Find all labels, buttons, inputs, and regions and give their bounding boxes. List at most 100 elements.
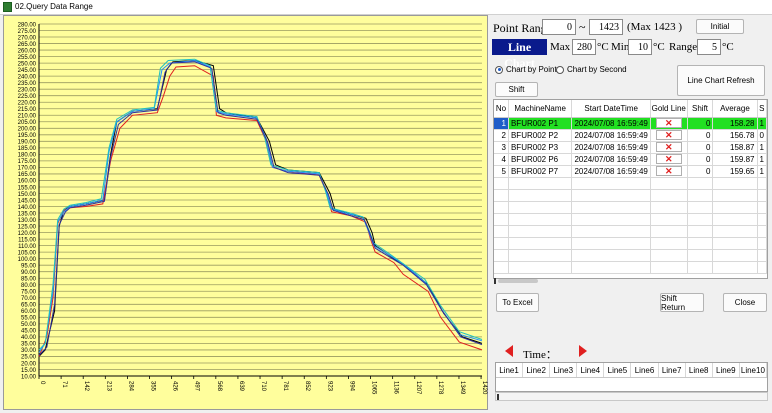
radio-selected-icon [495,65,503,74]
range-step-input[interactable] [697,39,721,55]
x-tick-label: 639 [238,381,244,392]
empty-cell [571,177,651,190]
lines-header-line4[interactable]: Line4 [577,363,605,377]
lines-header-line10[interactable]: Line10 [740,363,767,377]
range-start-input[interactable] [542,19,576,35]
lines-header-line1[interactable]: Line1 [496,363,524,377]
y-tick-label: 200.00 [18,127,37,133]
y-tick-label: 75.00 [21,290,37,296]
cell-average: 156.78 [712,129,758,142]
lines-header-line5[interactable]: Line5 [604,363,632,377]
empty-cell [712,201,758,214]
empty-cell [687,213,714,226]
x-tick-label: 852 [304,381,310,392]
cell-shift: 0 [687,117,714,130]
empty-cell [712,213,758,226]
empty-cell [508,189,573,202]
x-tick-label: 994 [348,381,354,392]
cell-machine-name: BFUR002 P7 [508,165,573,178]
lines-header-line7[interactable]: Line7 [659,363,686,377]
grid-header-machinename[interactable]: MachineName [508,100,573,118]
grid-header-no[interactable]: No [494,100,509,118]
empty-cell [650,249,688,262]
to-excel-button[interactable]: To Excel [496,293,539,312]
y-tick-label: 145.00 [18,198,37,204]
min-label: Min [611,41,630,53]
grid-horizontal-scrollbar[interactable] [494,278,767,284]
y-tick-label: 60.00 [21,309,37,315]
y-tick-label: 205.00 [18,120,37,126]
time-prev-arrow-icon[interactable] [505,345,513,357]
grid-header-average[interactable]: Average [712,100,758,118]
lines-header-line8[interactable]: Line8 [686,363,713,377]
y-tick-label: 125.00 [18,224,37,230]
x-tick-label: 426 [172,381,178,392]
cell-shift: 0 [687,165,714,178]
y-tick-label: 20.00 [21,361,37,367]
grid-header-start-datetime[interactable]: Start DateTime [571,100,651,118]
y-tick-label: 270.00 [18,35,37,41]
shift-button[interactable]: Shift [495,82,538,97]
table-row[interactable]: 3 BFUR002 P3 2024/07/08 16:59:49 ✕ 0 158.87 1 [494,141,767,154]
cell-gold-line: ✕ [650,165,688,178]
empty-cell [508,201,573,214]
gold-line-toggle-icon[interactable]: ✕ [655,130,682,140]
gold-line-toggle-icon[interactable]: ✕ [655,118,682,128]
x-tick-label: 1349 [459,381,465,395]
cell-shift: 0 [687,141,714,154]
empty-cell [571,225,651,238]
max-temp-input[interactable] [572,39,596,55]
empty-cell [757,213,767,226]
empty-cell [571,237,651,250]
title-bar: 02.Query Data Range [0,0,772,15]
gold-line-toggle-icon[interactable]: ✕ [655,166,682,176]
lines-header-line9[interactable]: Line9 [713,363,740,377]
table-row[interactable]: 5 BFUR002 P7 2024/07/08 16:59:49 ✕ 0 159.65 1 [494,165,767,178]
min-temp-input[interactable] [628,39,652,55]
cell-gold-line: ✕ [650,141,688,154]
chart-by-point-radio[interactable]: Chart by Point [495,65,557,74]
x-tick-label: 0 [39,381,45,385]
empty-row [494,237,767,250]
gold-line-toggle-icon[interactable]: ✕ [655,142,682,152]
scrollbar-thumb[interactable] [498,279,538,283]
y-tick-label: 105.00 [18,250,37,256]
table-row[interactable]: 2 BFUR002 P2 2024/07/08 16:59:49 ✕ 0 156.78 0 [494,129,767,142]
cell-start-datetime: 2024/07/08 16:59:49 [571,141,651,154]
y-tick-label: 130.00 [18,218,37,224]
time-next-arrow-icon[interactable] [579,345,587,357]
x-tick-label: 497 [194,381,200,392]
empty-cell [687,189,714,202]
y-tick-label: 245.00 [18,68,37,74]
lines-horizontal-scrollbar[interactable] [495,392,768,401]
gold-line-toggle-icon[interactable]: ✕ [655,154,682,164]
x-tick-label: 355 [150,381,156,392]
cell-no: 2 [494,129,509,142]
grid-header-shift[interactable]: Shift [687,100,714,118]
lines-header-line2[interactable]: Line2 [523,363,551,377]
table-row[interactable]: 1 BFUR002 P1 2024/07/08 16:59:49 ✕ 0 158.28 1 [494,117,767,130]
grid-header-s[interactable]: S [757,100,767,118]
empty-cell [508,237,573,250]
range-end-input[interactable] [589,19,623,35]
y-tick-label: 280.00 [18,22,37,28]
radio-unselected-icon [556,65,564,74]
y-tick-label: 225.00 [18,94,37,100]
y-tick-label: 165.00 [18,172,37,178]
y-tick-label: 175.00 [18,159,37,165]
y-tick-label: 65.00 [21,303,37,309]
line-chart-refresh-button[interactable]: Line Chart Refresh [677,65,765,96]
y-tick-label: 155.00 [18,185,37,191]
lines-header-line3[interactable]: Line3 [550,363,578,377]
initial-button[interactable]: Initial [696,19,744,34]
close-button[interactable]: Close [723,293,767,312]
chart-by-second-label: Chart by Second [567,65,627,74]
empty-row [494,249,767,262]
table-row[interactable]: 4 BFUR002 P6 2024/07/08 16:59:49 ✕ 0 159.87 1 [494,153,767,166]
empty-row [494,177,767,190]
chart-by-second-radio[interactable]: Chart by Second [556,65,627,74]
y-tick-label: 210.00 [18,114,37,120]
lines-header-line6[interactable]: Line6 [631,363,659,377]
grid-header-gold-line[interactable]: Gold Line [650,100,688,118]
shift-return-button[interactable]: Shift Return [660,293,704,312]
